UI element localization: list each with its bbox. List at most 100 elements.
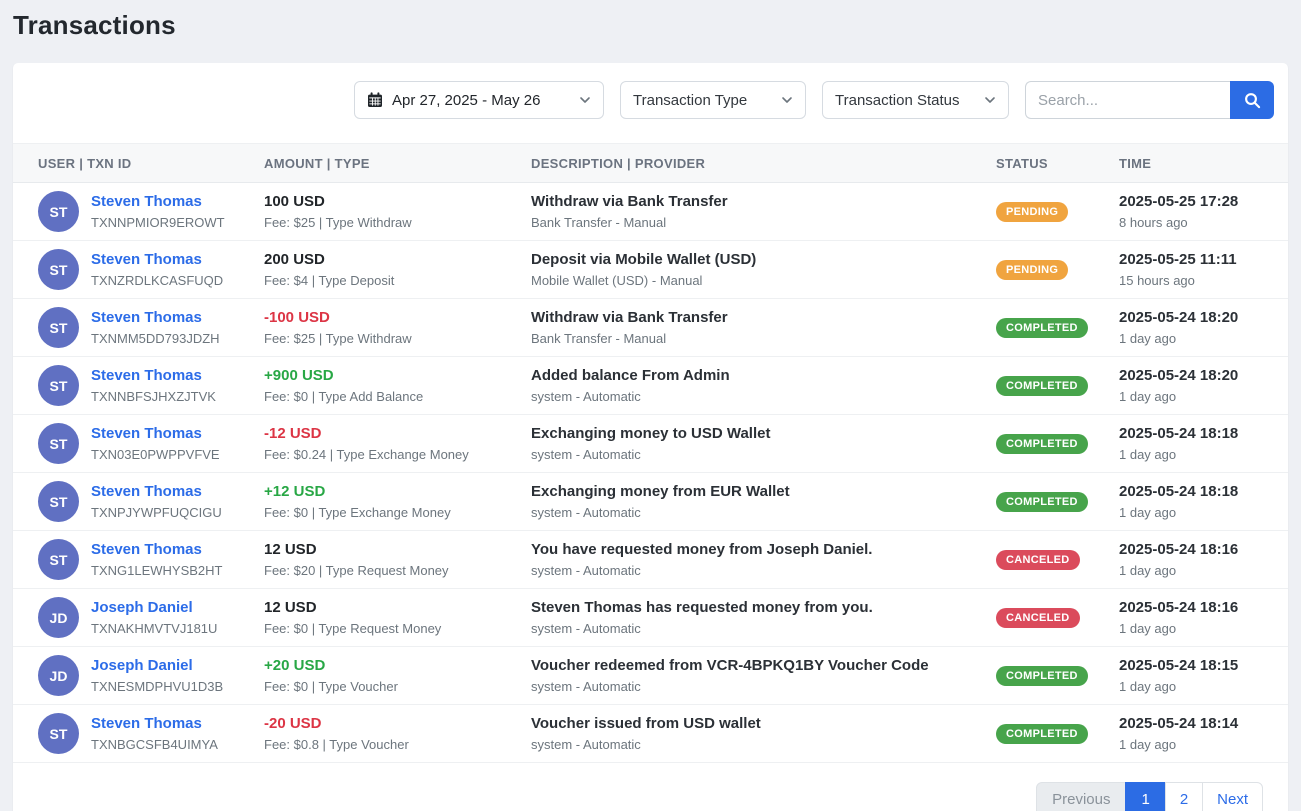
user-link[interactable]: Steven Thomas (91, 541, 222, 560)
transaction-time-ago: 1 day ago (1119, 621, 1280, 636)
txn-id: TXNPJYWPFUQCIGU (91, 505, 222, 520)
transaction-date: 2025-05-24 18:16 (1119, 599, 1280, 618)
user-link[interactable]: Steven Thomas (91, 483, 222, 502)
date-range-picker[interactable]: Apr 27, 2025 - May 26 (354, 81, 604, 119)
status-badge: PENDING (996, 202, 1068, 222)
amount: -100 USD (264, 309, 515, 328)
search-button[interactable] (1230, 81, 1274, 119)
user-link[interactable]: Joseph Daniel (91, 657, 223, 676)
transaction-time-ago: 1 day ago (1119, 389, 1280, 404)
search-input[interactable] (1025, 81, 1230, 119)
amount: -12 USD (264, 425, 515, 444)
search-icon (1244, 92, 1261, 109)
description: Exchanging money to USD Wallet (531, 425, 980, 444)
transaction-date: 2025-05-24 18:16 (1119, 541, 1280, 560)
chevron-down-icon (781, 94, 793, 106)
filter-bar: Apr 27, 2025 - May 26 Transaction Type T… (13, 63, 1288, 143)
txn-id: TXNBGCSFB4UIMYA (91, 737, 218, 752)
description: Exchanging money from EUR Wallet (531, 483, 980, 502)
user-link[interactable]: Steven Thomas (91, 715, 218, 734)
description: Withdraw via Bank Transfer (531, 193, 980, 212)
transaction-date: 2025-05-24 18:20 (1119, 367, 1280, 386)
txn-id: TXNAKHMVTVJ181U (91, 621, 217, 636)
user-link[interactable]: Joseph Daniel (91, 599, 217, 618)
status-badge: PENDING (996, 260, 1068, 280)
table-row: ST Steven Thomas TXN03E0PWPPVFVE -12 USD… (13, 415, 1288, 473)
column-header-time: TIME (1111, 144, 1288, 183)
user-link[interactable]: Steven Thomas (91, 251, 223, 270)
status-badge: COMPLETED (996, 376, 1088, 396)
table-row: ST Steven Thomas TXNMM5DD793JDZH -100 US… (13, 299, 1288, 357)
date-range-value: Apr 27, 2025 - May 26 (392, 92, 540, 109)
txn-id: TXNMM5DD793JDZH (91, 331, 220, 346)
fee-and-type: Fee: $20 | Type Request Money (264, 563, 515, 578)
table-header-row: USER | TXN ID AMOUNT | TYPE DESCRIPTION … (13, 144, 1288, 183)
table-row: ST Steven Thomas TXNPJYWPFUQCIGU +12 USD… (13, 473, 1288, 531)
transaction-date: 2025-05-25 11:11 (1119, 251, 1280, 270)
amount: +20 USD (264, 657, 515, 676)
transaction-date: 2025-05-24 18:18 (1119, 425, 1280, 444)
provider: Bank Transfer - Manual (531, 215, 980, 230)
column-header-user: USER | TXN ID (13, 144, 256, 183)
user-link[interactable]: Steven Thomas (91, 193, 225, 212)
transaction-time-ago: 8 hours ago (1119, 215, 1280, 230)
user-link[interactable]: Steven Thomas (91, 309, 220, 328)
amount: 12 USD (264, 541, 515, 560)
column-header-description: DESCRIPTION | PROVIDER (523, 144, 988, 183)
table-row: ST Steven Thomas TXNBGCSFB4UIMYA -20 USD… (13, 705, 1288, 763)
transaction-date: 2025-05-24 18:15 (1119, 657, 1280, 676)
avatar: ST (38, 713, 79, 754)
avatar: ST (38, 481, 79, 522)
transaction-time-ago: 1 day ago (1119, 505, 1280, 520)
provider: Bank Transfer - Manual (531, 331, 980, 346)
chevron-down-icon (579, 94, 591, 106)
transaction-status-select[interactable]: Transaction Status (822, 81, 1009, 119)
user-link[interactable]: Steven Thomas (91, 367, 216, 386)
avatar: ST (38, 423, 79, 464)
amount: +12 USD (264, 483, 515, 502)
txn-id: TXNNPMIOR9EROWT (91, 215, 225, 230)
table-row: ST Steven Thomas TXNG1LEWHYSB2HT 12 USD … (13, 531, 1288, 589)
table-row: JD Joseph Daniel TXNAKHMVTVJ181U 12 USD … (13, 589, 1288, 647)
calendar-icon (367, 92, 383, 108)
txn-id: TXNESMDPHVU1D3B (91, 679, 223, 694)
fee-and-type: Fee: $25 | Type Withdraw (264, 331, 515, 346)
table-row: ST Steven Thomas TXNZRDLKCASFUQD 200 USD… (13, 241, 1288, 299)
txn-id: TXNG1LEWHYSB2HT (91, 563, 222, 578)
transactions-card: Apr 27, 2025 - May 26 Transaction Type T… (13, 63, 1288, 811)
fee-and-type: Fee: $0 | Type Exchange Money (264, 505, 515, 520)
status-badge: COMPLETED (996, 318, 1088, 338)
table-row: ST Steven Thomas TXNNPMIOR9EROWT 100 USD… (13, 183, 1288, 241)
avatar: ST (38, 307, 79, 348)
description: You have requested money from Joseph Dan… (531, 541, 980, 560)
avatar: ST (38, 191, 79, 232)
transaction-type-label: Transaction Type (633, 92, 747, 109)
provider: system - Automatic (531, 447, 980, 462)
transaction-time-ago: 15 hours ago (1119, 273, 1280, 288)
avatar: ST (38, 249, 79, 290)
fee-and-type: Fee: $0 | Type Add Balance (264, 389, 515, 404)
transaction-time-ago: 1 day ago (1119, 331, 1280, 346)
user-link[interactable]: Steven Thomas (91, 425, 220, 444)
provider: system - Automatic (531, 563, 980, 578)
transaction-type-select[interactable]: Transaction Type (620, 81, 806, 119)
pagination: Previous 1 2 Next (13, 763, 1288, 811)
pagination-next-button[interactable]: Next (1202, 782, 1263, 811)
transaction-time-ago: 1 day ago (1119, 447, 1280, 462)
transaction-time-ago: 1 day ago (1119, 563, 1280, 578)
status-badge: COMPLETED (996, 434, 1088, 454)
pagination-page-1[interactable]: 1 (1125, 782, 1165, 811)
transaction-date: 2025-05-24 18:14 (1119, 715, 1280, 734)
amount: -20 USD (264, 715, 515, 734)
pagination-previous-button[interactable]: Previous (1036, 782, 1126, 811)
pagination-page-2[interactable]: 2 (1165, 782, 1203, 811)
column-header-status: STATUS (988, 144, 1111, 183)
column-header-amount: AMOUNT | TYPE (256, 144, 523, 183)
transaction-date: 2025-05-24 18:20 (1119, 309, 1280, 328)
status-badge: CANCELED (996, 608, 1080, 628)
fee-and-type: Fee: $25 | Type Withdraw (264, 215, 515, 230)
amount: 200 USD (264, 251, 515, 270)
txn-id: TXN03E0PWPPVFVE (91, 447, 220, 462)
transaction-status-label: Transaction Status (835, 92, 960, 109)
fee-and-type: Fee: $4 | Type Deposit (264, 273, 515, 288)
